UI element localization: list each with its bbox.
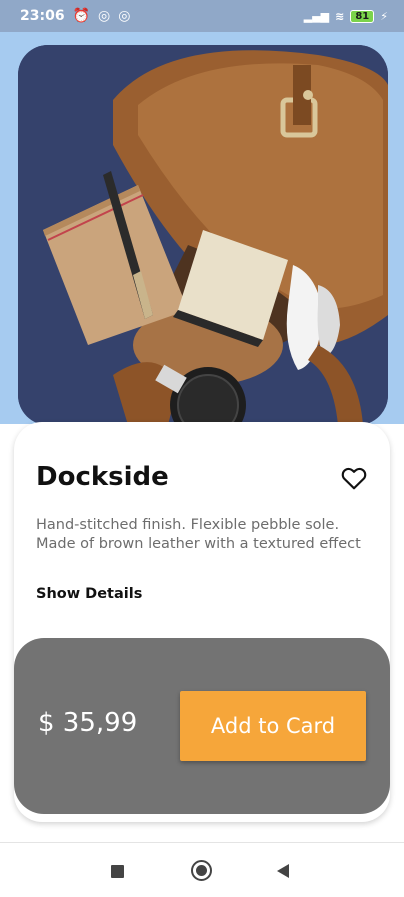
sync-icon: ◎ (118, 8, 131, 24)
product-description: Hand-stitched finish. Flexible pebble so… (36, 517, 361, 552)
signal-icon: ▂▄▆ (303, 9, 330, 23)
alarm-icon: ⏰ (72, 8, 91, 24)
back-icon[interactable] (277, 864, 289, 878)
battery-level: 81 (355, 10, 370, 22)
status-bar: 23:06 ⏰ ◎ ◎ ▂▄▆ ≋ 81 ⚡ (0, 0, 404, 32)
add-to-cart-button[interactable]: Add to Card (180, 691, 366, 761)
wifi-icon: ≋ (335, 9, 345, 23)
product-title: Dockside (36, 462, 169, 492)
status-left: 23:06 ⏰ ◎ ◎ (20, 8, 130, 24)
price-label: $ 35,99 (38, 708, 138, 738)
charging-icon: ⚡ (380, 9, 388, 23)
show-details-link[interactable]: Show Details (36, 586, 142, 602)
home-icon[interactable] (191, 860, 212, 881)
heart-outline-icon[interactable] (341, 466, 367, 490)
status-time: 23:06 (20, 8, 65, 24)
battery-icon: 81 (350, 9, 375, 23)
sync-icon: ◎ (98, 8, 111, 24)
bag-illustration (18, 45, 388, 425)
status-right: ▂▄▆ ≋ 81 ⚡ (303, 9, 388, 23)
system-nav-bar (0, 842, 404, 897)
product-image (18, 45, 388, 425)
recent-apps-icon[interactable] (111, 865, 124, 878)
